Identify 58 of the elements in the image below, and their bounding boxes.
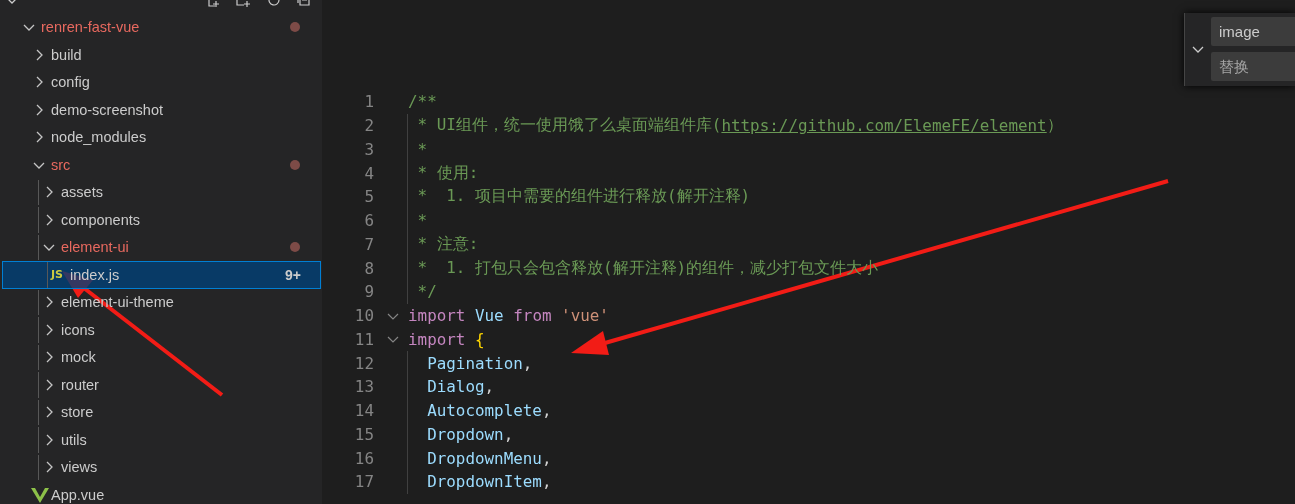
- code-line: * 1. 项目中需要的组件进行释放(解开注释): [407, 185, 751, 209]
- line-number: 1: [363, 92, 374, 112]
- line-number: 5: [363, 187, 374, 207]
- line-number: 2: [363, 116, 374, 136]
- vue-file-icon: [31, 486, 49, 503]
- tree-item[interactable]: JS index.js 9+: [2, 261, 321, 289]
- tree-item[interactable]: renren-fast-vue: [0, 13, 322, 41]
- code-line: /**: [407, 91, 437, 114]
- js-file-icon: JS: [51, 268, 63, 282]
- line-number: 17: [353, 472, 374, 492]
- line-number: 3: [363, 139, 374, 159]
- tree-item[interactable]: src: [0, 151, 322, 179]
- line-number: 9: [363, 282, 374, 302]
- tree-item[interactable]: components: [0, 206, 322, 234]
- tree-item[interactable]: node_modules: [0, 123, 322, 151]
- line-number: 7: [363, 234, 374, 254]
- line-number: 8: [363, 258, 374, 278]
- line-number: 16: [353, 448, 374, 468]
- find-field[interactable]: image: [1211, 17, 1295, 46]
- code-line: *: [407, 208, 428, 233]
- tree-item[interactable]: config: [0, 68, 322, 96]
- code-line: Dialog,: [407, 375, 495, 399]
- code-line: * 使用:: [407, 161, 479, 185]
- replace-field[interactable]: 替换: [1211, 52, 1295, 81]
- tree-item[interactable]: router: [0, 371, 322, 399]
- tree-item[interactable]: assets: [0, 178, 322, 206]
- line-number: 4: [363, 163, 374, 183]
- line-number: 6: [363, 211, 374, 231]
- tree-item[interactable]: store: [0, 398, 322, 426]
- code-line: Pagination,: [407, 351, 533, 375]
- code-line: * UI组件，统一使用饿了么桌面端组件库(https://github.com/ElemeFE/element）: [407, 113, 1063, 138]
- tree-item[interactable]: element-ui: [0, 233, 322, 261]
- tree-item[interactable]: utils: [0, 426, 322, 454]
- code-line: Dropdown,: [407, 422, 514, 447]
- tree-item[interactable]: App.vue: [0, 481, 322, 504]
- code-line: */: [407, 280, 437, 304]
- tree-item[interactable]: demo-screenshot: [0, 96, 322, 124]
- line-number: 12: [353, 353, 374, 373]
- code-line: import {: [407, 328, 485, 351]
- line-number: 13: [353, 377, 374, 397]
- modified-dot: [290, 22, 300, 33]
- code-line: DropdownMenu,: [407, 446, 552, 470]
- line-number: 10: [353, 306, 374, 326]
- tree-item[interactable]: mock: [0, 343, 322, 371]
- line-number: 14: [353, 401, 374, 421]
- code-line: *: [407, 137, 428, 162]
- code-line: DropdownItem,: [407, 470, 552, 494]
- code-line: Autocomplete,: [407, 398, 552, 423]
- modified-dot: [290, 242, 300, 253]
- tree-item[interactable]: build: [0, 41, 322, 69]
- modified-dot: [290, 159, 300, 170]
- problem-count: 9+: [285, 266, 301, 283]
- line-number: 15: [353, 424, 374, 444]
- code-line: * 注意:: [407, 232, 479, 257]
- code-line: import Vue from 'vue': [407, 305, 609, 328]
- tree-item[interactable]: icons: [0, 316, 322, 344]
- tree-item[interactable]: views: [0, 453, 322, 481]
- line-number: 11: [353, 329, 374, 349]
